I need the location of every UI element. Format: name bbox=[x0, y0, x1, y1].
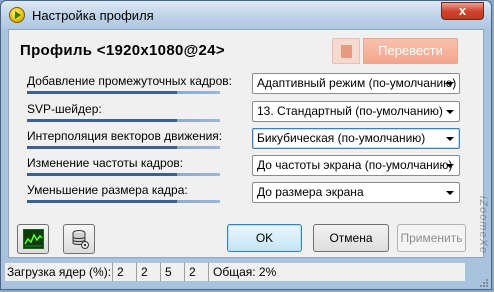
apply-button[interactable]: Применить bbox=[397, 224, 466, 252]
core-load-value: 2 bbox=[112, 263, 136, 281]
cancel-button[interactable]: Отмена bbox=[313, 224, 389, 252]
chevron-down-icon bbox=[446, 137, 454, 141]
window-title: Настройка профиля bbox=[32, 8, 154, 23]
database-settings-button[interactable] bbox=[63, 224, 95, 254]
row-divider bbox=[27, 173, 220, 176]
core-load-value: 5 bbox=[160, 263, 184, 281]
translate-button[interactable]: Перевести bbox=[363, 38, 458, 64]
ok-button[interactable]: OK bbox=[227, 224, 302, 252]
watermark: iZoomeXe bbox=[477, 196, 489, 255]
combo-value: До частоты экрана (по-умолчанию) bbox=[257, 158, 453, 172]
combo-svp-shader[interactable]: 13. Стандартный (по-умолчанию) bbox=[252, 101, 460, 122]
row-divider bbox=[27, 146, 220, 149]
database-settings-icon bbox=[72, 230, 89, 249]
graph-button[interactable] bbox=[17, 224, 49, 254]
chevron-down-icon bbox=[446, 191, 454, 195]
combo-frame-rate-change[interactable]: До частоты экрана (по-умолчанию) bbox=[252, 155, 460, 176]
combo-value: 13. Стандартный (по-умолчанию) bbox=[257, 104, 443, 118]
core-load-label: Загрузка ядер (%): bbox=[7, 265, 112, 279]
title-bar[interactable]: Настройка профиля x bbox=[1, 1, 491, 29]
chevron-down-icon bbox=[446, 164, 454, 168]
row-divider bbox=[27, 119, 220, 122]
combo-frame-size-reduction[interactable]: До размера экрана bbox=[252, 182, 460, 203]
row-divider bbox=[27, 200, 220, 203]
total-load: Общая: 2% bbox=[208, 263, 465, 281]
label-motion-vector-interpolation: Интерполяция векторов движения: bbox=[27, 129, 223, 143]
core-load-value: 2 bbox=[136, 263, 160, 281]
label-frame-size-reduction: Уменьшение размера кадра: bbox=[27, 183, 188, 197]
row-divider bbox=[27, 91, 220, 94]
combo-frame-interpolation[interactable]: Адаптивный режим (по-умолчанию) bbox=[252, 73, 460, 94]
chevron-down-icon bbox=[446, 82, 454, 86]
status-bar: Загрузка ядер (%): 2 2 5 2 Общая: 2% bbox=[5, 263, 465, 281]
label-frame-rate-change: Изменение частоты кадров: bbox=[27, 156, 184, 170]
close-icon: x bbox=[458, 3, 467, 18]
chevron-down-icon bbox=[446, 110, 454, 114]
core-load-value: 2 bbox=[184, 263, 208, 281]
close-button[interactable]: x bbox=[441, 2, 484, 20]
app-icon bbox=[9, 7, 25, 23]
profile-title: Профиль <1920x1080@24> bbox=[20, 42, 225, 59]
combo-value: Бикубическая (по-умолчанию) bbox=[257, 131, 426, 145]
book-icon[interactable] bbox=[332, 38, 360, 64]
label-frame-interpolation: Добавление промежуточных кадров: bbox=[27, 74, 232, 88]
combo-value: Адаптивный режим (по-умолчанию) bbox=[257, 76, 457, 90]
combo-motion-vector-interpolation[interactable]: Бикубическая (по-умолчанию) bbox=[252, 128, 460, 149]
graph-icon bbox=[23, 229, 44, 249]
combo-value: До размера экрана bbox=[257, 185, 364, 199]
label-svp-shader: SVP-шейдер: bbox=[27, 102, 102, 116]
translate-group: Перевести bbox=[332, 38, 458, 64]
